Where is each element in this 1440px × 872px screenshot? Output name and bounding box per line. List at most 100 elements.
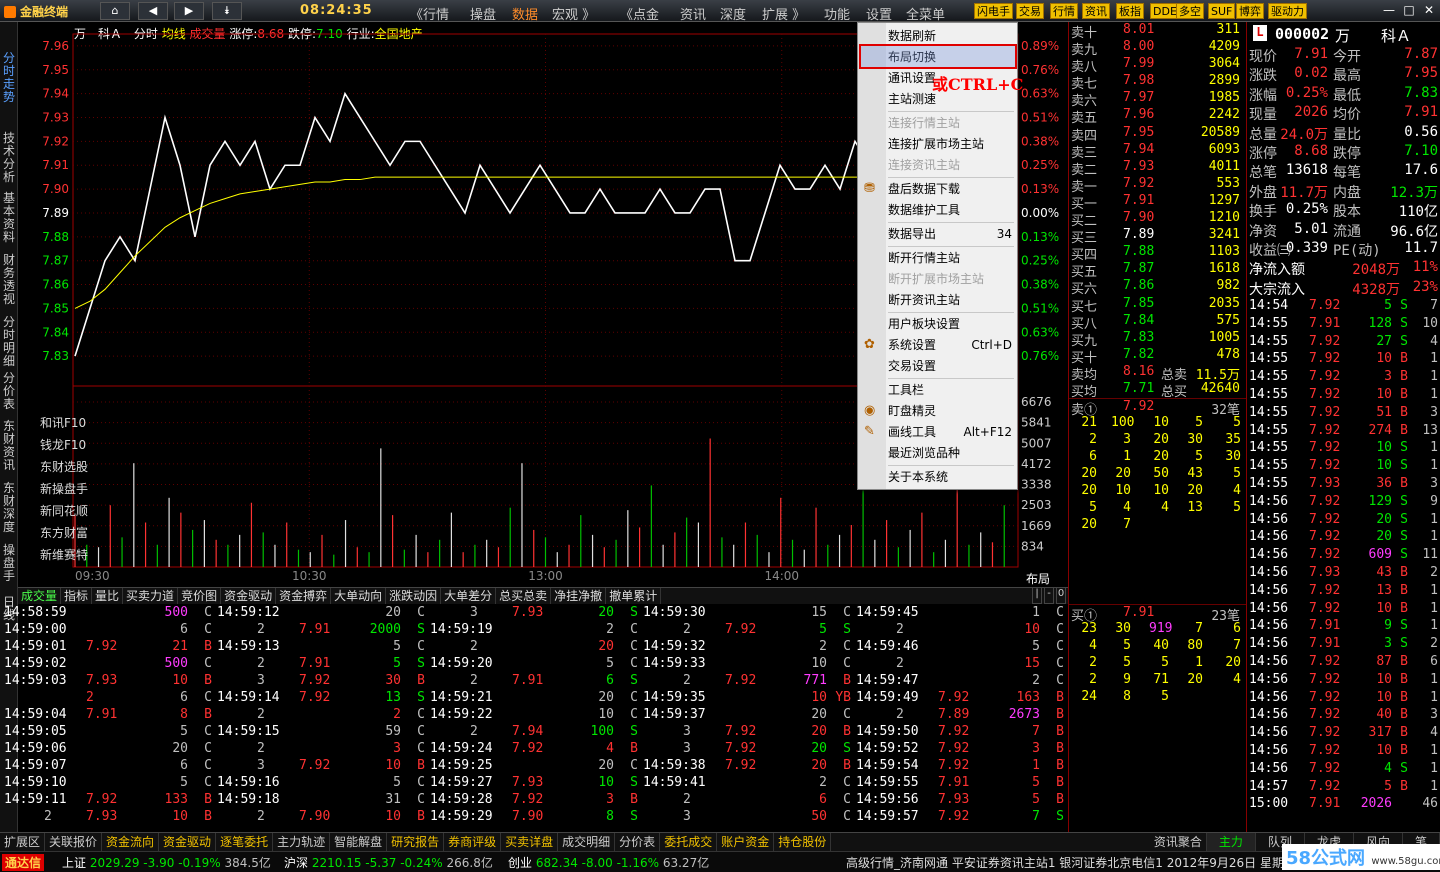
- menu-3[interactable]: 宏观 》: [552, 4, 595, 23]
- bid-row[interactable]: 买五 7.87 1618: [1069, 261, 1246, 280]
- trade-row[interactable]: 14:59:41 2 C: [643, 775, 853, 792]
- mid-tab-0[interactable]: 成交量: [18, 588, 62, 604]
- toolbar-button-1[interactable]: 交易: [1016, 3, 1044, 19]
- toolbar-button-6[interactable]: 多空: [1176, 3, 1204, 19]
- menu-0[interactable]: 《行情: [410, 4, 449, 23]
- trade-row[interactable]: 14:59:49 7.92 163 B: [856, 690, 1066, 707]
- tick-row[interactable]: 14:54 7.92 5 S 7: [1247, 298, 1440, 316]
- tick-row[interactable]: 14:56 7.92 129 S 9: [1247, 494, 1440, 512]
- bottom-tab-0[interactable]: 扩展区: [0, 833, 46, 851]
- trade-row[interactable]: 14:59:30 15 C: [643, 605, 853, 622]
- sidebar-tab-1[interactable]: 技术分析: [2, 132, 16, 184]
- trade-row[interactable]: 2 15 C: [856, 656, 1066, 673]
- trade-row[interactable]: 14:59:03 7.93 10 B: [4, 673, 214, 690]
- toolbar-button-7[interactable]: SUF: [1208, 3, 1236, 19]
- mid-tab-2[interactable]: 量比: [92, 588, 124, 604]
- minimize-button[interactable]: —: [1380, 3, 1398, 18]
- trade-row[interactable]: 2 2 C: [217, 707, 427, 724]
- menu-5[interactable]: 资讯: [680, 4, 706, 23]
- trade-row[interactable]: 14:59:21 20 C: [430, 690, 640, 707]
- mid-tab-7[interactable]: 大单动向: [331, 588, 387, 604]
- bottom-tab-10[interactable]: 成交明细: [558, 833, 616, 851]
- menu-item-9[interactable]: 盘后数据下载: [888, 179, 1016, 199]
- bottom-tab-3[interactable]: 资金驱动: [159, 833, 217, 851]
- trade-row[interactable]: 14:59:16 5 C: [217, 775, 427, 792]
- toolbar-button-9[interactable]: 驱动力: [1268, 3, 1307, 19]
- tick-row[interactable]: 14:56 7.92 4 S 1: [1247, 761, 1440, 779]
- bid-row[interactable]: 买一 7.91 1297: [1069, 193, 1246, 212]
- bottom-tab-5[interactable]: 主力轨迹: [273, 833, 331, 851]
- bid-row[interactable]: 买二 7.90 1210: [1069, 210, 1246, 229]
- trade-row[interactable]: 14:59:46 5 C: [856, 639, 1066, 656]
- ask-row[interactable]: 卖五 7.96 2242: [1069, 107, 1246, 126]
- mid-tab-12[interactable]: 撤单累计: [606, 588, 662, 604]
- tick-row[interactable]: 14:56 7.91 9 S 1: [1247, 618, 1440, 636]
- tick-row[interactable]: 14:57 7.92 5 B 1: [1247, 779, 1440, 797]
- sidebar-tab-6[interactable]: 东财资讯: [2, 420, 16, 472]
- trade-row[interactable]: 2 7.93 10 B: [4, 809, 214, 826]
- bottom-tab-6[interactable]: 智能解盘: [330, 833, 388, 851]
- chart-link-4[interactable]: 新同花顺: [40, 502, 88, 519]
- bottom-tab-7[interactable]: 研究报告: [387, 833, 445, 851]
- trade-row[interactable]: 2 7.91 2000 S: [217, 622, 427, 639]
- trade-row[interactable]: 3 7.92 30 B: [217, 673, 427, 690]
- bottom-tab-12[interactable]: 委托成交: [660, 833, 718, 851]
- menu-item-10[interactable]: 数据维护工具: [888, 200, 1016, 220]
- bottom-tab-8[interactable]: 券商评级: [444, 833, 502, 851]
- trade-row[interactable]: 14:59:13 5 C: [217, 639, 427, 656]
- menu-item-25[interactable]: 最近浏览品种: [888, 443, 1016, 463]
- sidebar-tab-7[interactable]: 东财深度: [2, 482, 16, 534]
- trade-row[interactable]: 2 20 C: [430, 639, 640, 656]
- chart-link-5[interactable]: 东方财富: [40, 524, 88, 541]
- menu-item-20[interactable]: 交易设置: [888, 356, 1016, 376]
- trade-row[interactable]: 14:59:20 5 C: [430, 656, 640, 673]
- menu-item-6[interactable]: 连接扩展市场主站: [888, 134, 1016, 154]
- bottom-right-tab-1[interactable]: 主力: [1206, 833, 1256, 851]
- trade-row[interactable]: 14:59:24 7.92 4 B: [430, 741, 640, 758]
- ask-row[interactable]: 卖九 8.00 4209: [1069, 39, 1246, 58]
- chart-link-6[interactable]: 新维赛特: [40, 546, 88, 563]
- trade-row[interactable]: 14:59:35 10 YB: [643, 690, 853, 707]
- sidebar-tab-2[interactable]: 基本资料: [2, 192, 16, 244]
- trade-row[interactable]: 14:59:29 7.90 8 S: [430, 809, 640, 826]
- home-button[interactable]: ⌂: [100, 2, 130, 20]
- tick-row[interactable]: 14:56 7.91 3 S 2: [1247, 636, 1440, 654]
- bottom-tab-14[interactable]: 持仓股份: [774, 833, 832, 851]
- trade-row[interactable]: 2 7.89 2673 B: [856, 707, 1066, 724]
- tick-row[interactable]: 14:55 7.92 10 B 1: [1247, 387, 1440, 405]
- trade-row[interactable]: 14:59:55 7.91 5 B: [856, 775, 1066, 792]
- ask-row[interactable]: 卖二 7.93 4011: [1069, 159, 1246, 178]
- bottom-tab-9[interactable]: 买卖详盘: [501, 833, 559, 851]
- menu-10[interactable]: 全菜单: [906, 4, 945, 23]
- bottom-tab-4[interactable]: 逐笔委托: [216, 833, 274, 851]
- tick-row[interactable]: 14:56 7.92 87 B 6: [1247, 654, 1440, 672]
- tick-row[interactable]: 14:56 7.92 10 B 1: [1247, 690, 1440, 708]
- quote-info-panel[interactable]: L 000002 万 科Ａ 现价 7.91 今开 7.87 涨跌 0.02 最高 7.95 涨幅 0.25…: [1246, 22, 1440, 832]
- bid-row[interactable]: 买七 7.85 2035: [1069, 296, 1246, 315]
- trade-row[interactable]: 2 3 C: [217, 741, 427, 758]
- menu-8[interactable]: 功能: [824, 4, 850, 23]
- trade-row[interactable]: 14:59:38 7.92 20 B: [643, 758, 853, 775]
- bid-row[interactable]: 买四 7.88 1103: [1069, 244, 1246, 263]
- trade-row[interactable]: 2 7.91 5 S: [217, 656, 427, 673]
- mid-tab-3[interactable]: 买卖力道: [123, 588, 179, 604]
- tick-row[interactable]: 14:56 7.92 40 B 3: [1247, 707, 1440, 725]
- tab-ctrl-2[interactable]: -: [1044, 587, 1054, 604]
- trade-row[interactable]: 14:59:12 20 C: [217, 605, 427, 622]
- menu-item-22[interactable]: 工具栏: [888, 380, 1016, 400]
- menu-6[interactable]: 深度: [720, 4, 746, 23]
- tick-row[interactable]: 14:55 7.91 128 S 10: [1247, 316, 1440, 334]
- tab-ctrl-3[interactable]: 0: [1056, 587, 1066, 604]
- trade-row[interactable]: 14:59:14 7.92 13 S: [217, 690, 427, 707]
- menu-item-12[interactable]: 数据导出 34: [888, 224, 1016, 244]
- tick-row[interactable]: 14:55 7.92 10 B 1: [1247, 351, 1440, 369]
- tick-row[interactable]: 14:56 7.92 20 S 1: [1247, 529, 1440, 547]
- trade-row[interactable]: 3 7.92 20 B: [643, 724, 853, 741]
- tick-row[interactable]: 14:55 7.92 27 S 4: [1247, 334, 1440, 352]
- chart-link-2[interactable]: 东财选股: [40, 458, 88, 475]
- trade-row[interactable]: 14:59:52 7.92 3 B: [856, 741, 1066, 758]
- trade-row[interactable]: 14:59:32 2 C: [643, 639, 853, 656]
- mid-tab-10[interactable]: 总买总卖: [496, 588, 552, 604]
- tick-row[interactable]: 14:56 7.92 609 S 11: [1247, 547, 1440, 565]
- trade-row[interactable]: 14:59:00 6 C: [4, 622, 214, 639]
